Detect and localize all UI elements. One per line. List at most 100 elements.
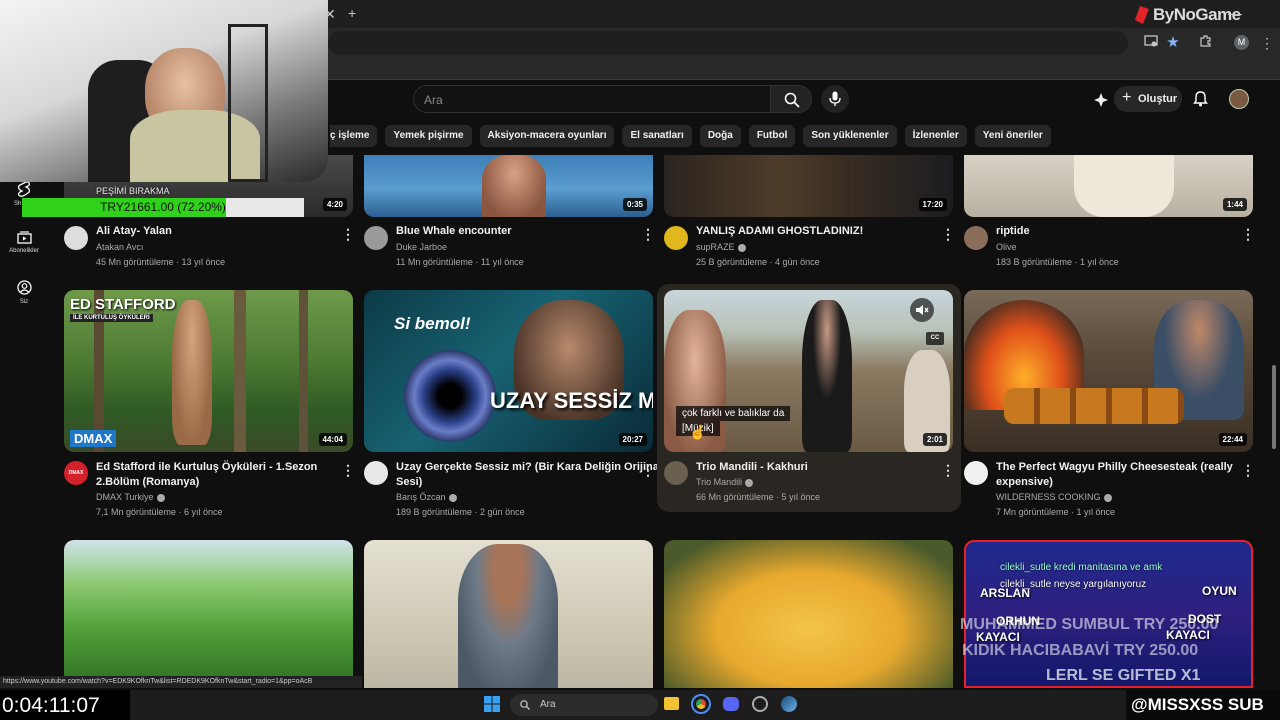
video-thumbnail[interactable]: 17:20	[664, 155, 953, 217]
bookmark-star-icon[interactable]: ★	[1164, 34, 1182, 52]
video-preview-player[interactable]: CC çok farklı ve balıklar da [Müzik] 2:0…	[664, 290, 953, 452]
chrome-menu-icon[interactable]: ⋮	[1258, 34, 1276, 52]
video-title[interactable]: Trio Mandili - Kakhuri	[696, 460, 808, 475]
windows-start-icon[interactable]	[484, 696, 500, 717]
extensions-icon[interactable]	[1197, 34, 1215, 52]
video-title[interactable]: The Perfect Wagyu Philly Cheesesteak (re…	[996, 460, 1233, 475]
link-status-url: https://www.youtube.com/watch?v=EDK9KOfk…	[0, 676, 362, 688]
url-field[interactable]	[328, 31, 1128, 55]
stream-timer: 0:04:11:07	[0, 690, 130, 720]
you-icon	[16, 280, 32, 295]
video-title[interactable]: Blue Whale encounter	[396, 224, 512, 239]
sidebar-item-you[interactable]: Siz	[0, 280, 48, 305]
channel-name[interactable]: Barış Özcan	[396, 492, 457, 502]
thumbnail-figure	[482, 155, 546, 217]
chip-2[interactable]: Aksiyon-macera oyunları	[479, 125, 615, 147]
video-thumbnail[interactable]: 22:44	[964, 290, 1253, 452]
channel-name[interactable]: supRAZE	[696, 242, 746, 252]
channel-avatar[interactable]	[964, 461, 988, 485]
chip-8[interactable]: Yeni öneriler	[974, 125, 1051, 147]
sidebar-item-subscriptions[interactable]: Abonelikler	[0, 231, 48, 254]
channel-name[interactable]: Olive	[996, 242, 1017, 252]
chip-7[interactable]: İzlenenler	[904, 125, 967, 147]
more-actions-icon[interactable]: ⋮	[1241, 462, 1255, 479]
mute-button[interactable]	[910, 298, 934, 322]
notifications-bell-icon[interactable]	[1193, 91, 1208, 112]
filter-chip-bar: ç işleme Yemek pişirme Aksiyon-macera oy…	[330, 125, 1051, 147]
chrome-taskbar-icon[interactable]	[691, 694, 711, 714]
video-title-line2[interactable]: Sesi)	[396, 475, 422, 490]
more-actions-icon[interactable]: ⋮	[1241, 226, 1255, 243]
chat-line: cilekli_sutle neyse yargılanıyoruz	[1000, 579, 1147, 590]
chip-6[interactable]: Son yüklenenler	[803, 125, 897, 147]
video-thumbnail[interactable]: 0:35	[364, 155, 653, 217]
thumbnail-figure	[1074, 155, 1174, 217]
bynogame-logo-icon	[1135, 6, 1149, 24]
create-button[interactable]: + Oluştur	[1114, 86, 1182, 112]
video-thumbnail[interactable]	[64, 540, 353, 688]
video-title[interactable]: riptide	[996, 224, 1030, 239]
channel-name[interactable]: WILDERNESS COOKING	[996, 492, 1112, 502]
video-title[interactable]: Uzay Gerçekte Sessiz mi? (Bir Kara Deliğ…	[396, 460, 662, 475]
more-actions-icon[interactable]: ⋮	[641, 462, 655, 479]
channel-avatar[interactable]	[64, 226, 88, 250]
cast-icon[interactable]	[1142, 34, 1160, 52]
more-actions-icon[interactable]: ⋮	[341, 226, 355, 243]
more-actions-icon[interactable]: ⋮	[941, 226, 955, 243]
channel-avatar[interactable]	[364, 461, 388, 485]
video-thumbnail[interactable]: 1:44	[964, 155, 1253, 217]
search-button[interactable]	[770, 85, 812, 113]
video-title[interactable]: Ali Atay- Yalan	[96, 224, 172, 239]
gemini-spark-icon[interactable]	[1093, 92, 1109, 113]
taskbar-search-label: Ara	[540, 699, 556, 710]
chip-1[interactable]: Yemek pişirme	[385, 125, 472, 147]
sub-handle-tag: @MISSXSS SUB	[1126, 690, 1280, 720]
channel-name[interactable]: Atakan Avcı	[96, 242, 143, 252]
more-actions-icon[interactable]: ⋮	[941, 462, 955, 479]
search-input[interactable]: Ara	[413, 85, 771, 113]
dmax-logo: DMAX	[70, 430, 117, 447]
obs-taskbar-icon[interactable]	[752, 696, 768, 712]
channel-name-text: WILDERNESS COOKING	[996, 492, 1101, 502]
channel-name[interactable]: Duke Jarboe	[396, 242, 447, 252]
webcam-overlay	[0, 0, 328, 182]
more-actions-icon[interactable]: ⋮	[341, 462, 355, 479]
channel-avatar[interactable]: DMAX	[64, 461, 88, 485]
sidebar-you-label: Siz	[19, 299, 29, 305]
account-avatar[interactable]	[1229, 89, 1249, 109]
chip-3[interactable]: El sanatları	[622, 125, 692, 147]
video-title[interactable]: YANLIŞ ADAMI GHOSTLADINIZ!	[696, 224, 863, 239]
channel-name[interactable]: DMAX Turkiye	[96, 492, 165, 502]
chip-0[interactable]: ç işleme	[330, 125, 378, 147]
page-scrollbar-thumb[interactable]	[1272, 365, 1276, 449]
discord-taskbar-icon[interactable]	[723, 697, 739, 711]
video-title[interactable]: Ed Stafford ile Kurtuluş Öyküleri - 1.Se…	[96, 460, 317, 475]
taskbar-search[interactable]: Ara	[510, 694, 658, 716]
video-thumbnail[interactable]	[364, 540, 653, 688]
steam-taskbar-icon[interactable]	[781, 696, 797, 712]
voice-search-button[interactable]	[821, 85, 849, 113]
profile-avatar[interactable]: M	[1234, 35, 1249, 50]
video-thumbnail[interactable]: ED STAFFORD İLE KURTULUŞ ÖYKÜLERİ DMAX 4…	[64, 290, 353, 452]
channel-avatar[interactable]	[364, 226, 388, 250]
chip-4[interactable]: Doğa	[699, 125, 741, 147]
channel-avatar[interactable]	[664, 226, 688, 250]
search-icon	[520, 700, 530, 710]
channel-avatar[interactable]	[664, 461, 688, 485]
file-explorer-icon[interactable]	[664, 697, 679, 710]
closed-captions-button[interactable]: CC	[926, 332, 944, 345]
channel-avatar[interactable]	[964, 226, 988, 250]
video-thumbnail[interactable]: Si bemol! UZAY SESSİZ Mİ? 20:27	[364, 290, 653, 452]
more-actions-icon[interactable]: ⋮	[641, 226, 655, 243]
channel-name[interactable]: Trio Mandili	[696, 477, 754, 487]
video-thumbnail[interactable]	[664, 540, 953, 688]
channel-name-text: Barış Özcan	[396, 492, 446, 502]
video-title-line2[interactable]: 2.Bölüm (Romanya)	[96, 475, 199, 490]
duration-badge: 20:27	[618, 433, 647, 446]
video-meta: 7,1 Mn görüntüleme · 6 yıl önce	[96, 507, 223, 517]
video-title-line2[interactable]: expensive)	[996, 475, 1053, 490]
duration-badge: 1:44	[1222, 198, 1247, 211]
new-tab-icon[interactable]: +	[348, 5, 356, 21]
minimize-icon[interactable]: —	[1228, 5, 1242, 21]
chip-5[interactable]: Futbol	[748, 125, 796, 147]
